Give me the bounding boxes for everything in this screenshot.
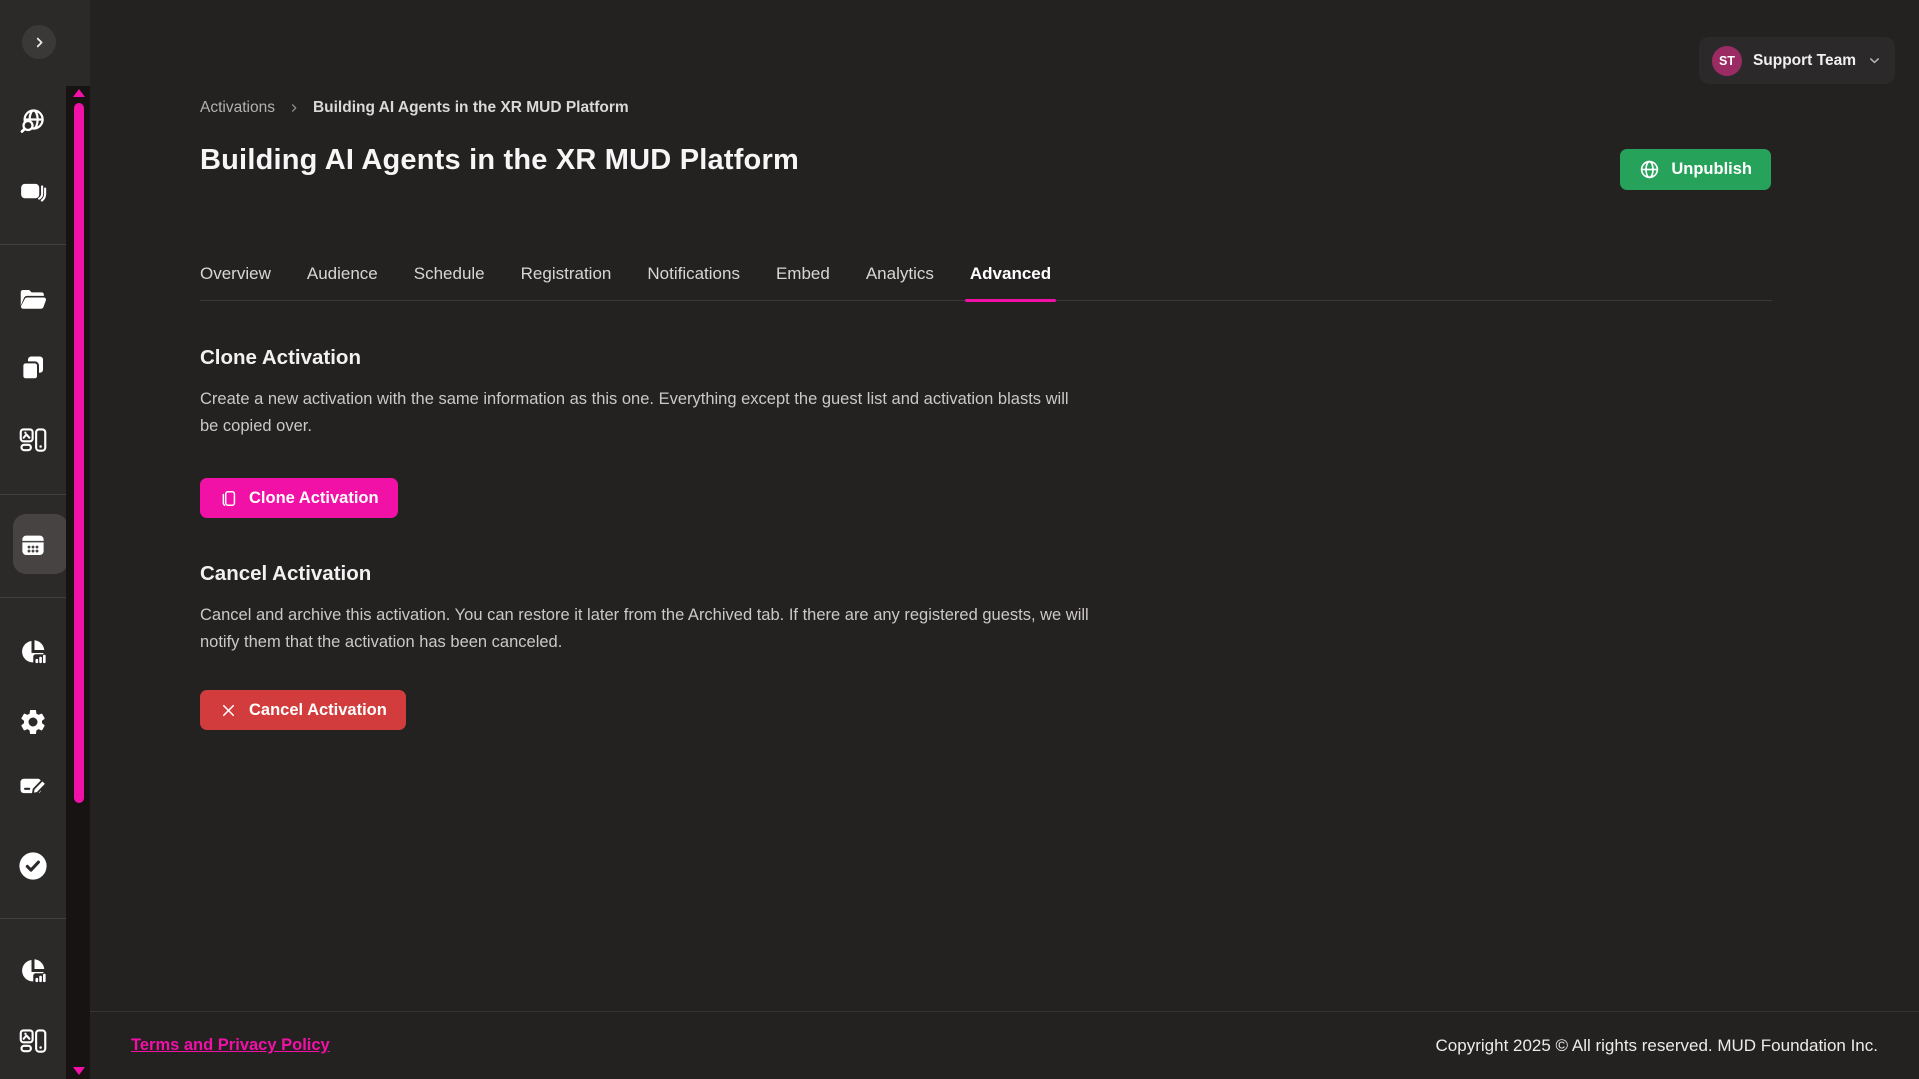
pie-chart-stats-icon bbox=[18, 956, 48, 986]
image-device-icon bbox=[18, 425, 48, 455]
clone-section-title: Clone Activation bbox=[200, 346, 1230, 370]
main-content: ST Support Team Activations Building AI … bbox=[90, 0, 1919, 1079]
sidebar bbox=[0, 0, 90, 1079]
scroll-down-arrow[interactable] bbox=[73, 1067, 85, 1075]
sidebar-item-reports[interactable] bbox=[0, 956, 66, 986]
tab-embed[interactable]: Embed bbox=[776, 260, 830, 300]
stacked-cards-icon bbox=[18, 177, 48, 207]
breadcrumb-chevron-icon bbox=[287, 101, 301, 115]
clone-section-description: Create a new activation with the same in… bbox=[200, 386, 1230, 440]
sidebar-item-analytics[interactable] bbox=[0, 637, 66, 667]
tab-overview[interactable]: Overview bbox=[200, 260, 271, 300]
sidebar-item-approvals[interactable] bbox=[0, 849, 66, 883]
unpublish-button-label: Unpublish bbox=[1671, 160, 1752, 179]
sidebar-item-registrations[interactable] bbox=[0, 771, 66, 801]
cancel-section-title: Cancel Activation bbox=[200, 562, 1230, 586]
check-circle-icon bbox=[16, 849, 50, 883]
folder-open-icon bbox=[18, 285, 48, 315]
sidebar-item-media-devices[interactable] bbox=[0, 425, 66, 455]
active-tab-underline bbox=[965, 299, 1056, 302]
card-edit-icon bbox=[18, 771, 48, 801]
globe-icon bbox=[1639, 159, 1660, 180]
cancel-activation-section: Cancel Activation Cancel and archive thi… bbox=[200, 562, 1230, 730]
tab-bar: Overview Audience Schedule Registration … bbox=[200, 260, 1772, 301]
tab-registration[interactable]: Registration bbox=[521, 260, 612, 300]
scroll-up-arrow[interactable] bbox=[73, 89, 85, 97]
sidebar-item-assets[interactable] bbox=[0, 353, 66, 383]
user-name: Support Team bbox=[1753, 52, 1856, 70]
x-icon bbox=[219, 701, 238, 720]
tab-schedule[interactable]: Schedule bbox=[414, 260, 485, 300]
breadcrumb-activations-link[interactable]: Activations bbox=[200, 99, 275, 117]
tab-advanced[interactable]: Advanced bbox=[970, 260, 1051, 300]
copy-icon bbox=[219, 489, 238, 508]
cancel-button-label: Cancel Activation bbox=[249, 701, 387, 720]
sidebar-item-activations-active[interactable] bbox=[0, 530, 66, 560]
sidebar-item-projects[interactable] bbox=[0, 285, 66, 315]
sidebar-scrollbar[interactable] bbox=[66, 86, 90, 1079]
sidebar-divider bbox=[0, 597, 66, 598]
sidebar-divider bbox=[0, 494, 66, 495]
image-device-icon bbox=[18, 1026, 48, 1056]
sidebar-item-devices[interactable] bbox=[0, 1026, 66, 1056]
clone-button-label: Clone Activation bbox=[249, 489, 379, 508]
footer: Terms and Privacy Policy Copyright 2025 … bbox=[90, 1011, 1919, 1079]
user-menu-button[interactable]: ST Support Team bbox=[1699, 37, 1895, 84]
copyright-text: Copyright 2025 © All rights reserved. MU… bbox=[1436, 1036, 1878, 1056]
tab-audience[interactable]: Audience bbox=[307, 260, 378, 300]
terms-privacy-link[interactable]: Terms and Privacy Policy bbox=[131, 1036, 330, 1055]
breadcrumb-current: Building AI Agents in the XR MUD Platfor… bbox=[313, 99, 629, 117]
clone-activation-section: Clone Activation Create a new activation… bbox=[200, 346, 1230, 518]
sidebar-divider bbox=[0, 918, 66, 919]
breadcrumb: Activations Building AI Agents in the XR… bbox=[200, 99, 629, 117]
calendar-icon bbox=[18, 530, 48, 560]
copy-pages-icon bbox=[18, 353, 48, 383]
sidebar-item-collections[interactable] bbox=[0, 177, 66, 207]
globe-search-icon bbox=[18, 107, 48, 137]
chevron-right-icon bbox=[31, 34, 48, 51]
chevron-down-icon bbox=[1867, 53, 1882, 68]
scrollbar-thumb[interactable] bbox=[74, 103, 84, 803]
pie-chart-stats-icon bbox=[18, 637, 48, 667]
tab-analytics[interactable]: Analytics bbox=[866, 260, 934, 300]
cancel-section-description: Cancel and archive this activation. You … bbox=[200, 602, 1230, 656]
avatar: ST bbox=[1712, 46, 1742, 76]
tab-notifications[interactable]: Notifications bbox=[647, 260, 740, 300]
page-title: Building AI Agents in the XR MUD Platfor… bbox=[200, 144, 799, 177]
sidebar-expand-button[interactable] bbox=[22, 25, 56, 59]
gear-icon bbox=[18, 707, 48, 737]
sidebar-divider bbox=[0, 244, 66, 245]
cancel-activation-button[interactable]: Cancel Activation bbox=[200, 690, 406, 730]
clone-activation-button[interactable]: Clone Activation bbox=[200, 478, 398, 518]
sidebar-item-settings[interactable] bbox=[0, 707, 66, 737]
unpublish-button[interactable]: Unpublish bbox=[1620, 149, 1771, 190]
advanced-tab-content: Clone Activation Create a new activation… bbox=[200, 346, 1230, 730]
sidebar-item-discover[interactable] bbox=[0, 107, 66, 137]
